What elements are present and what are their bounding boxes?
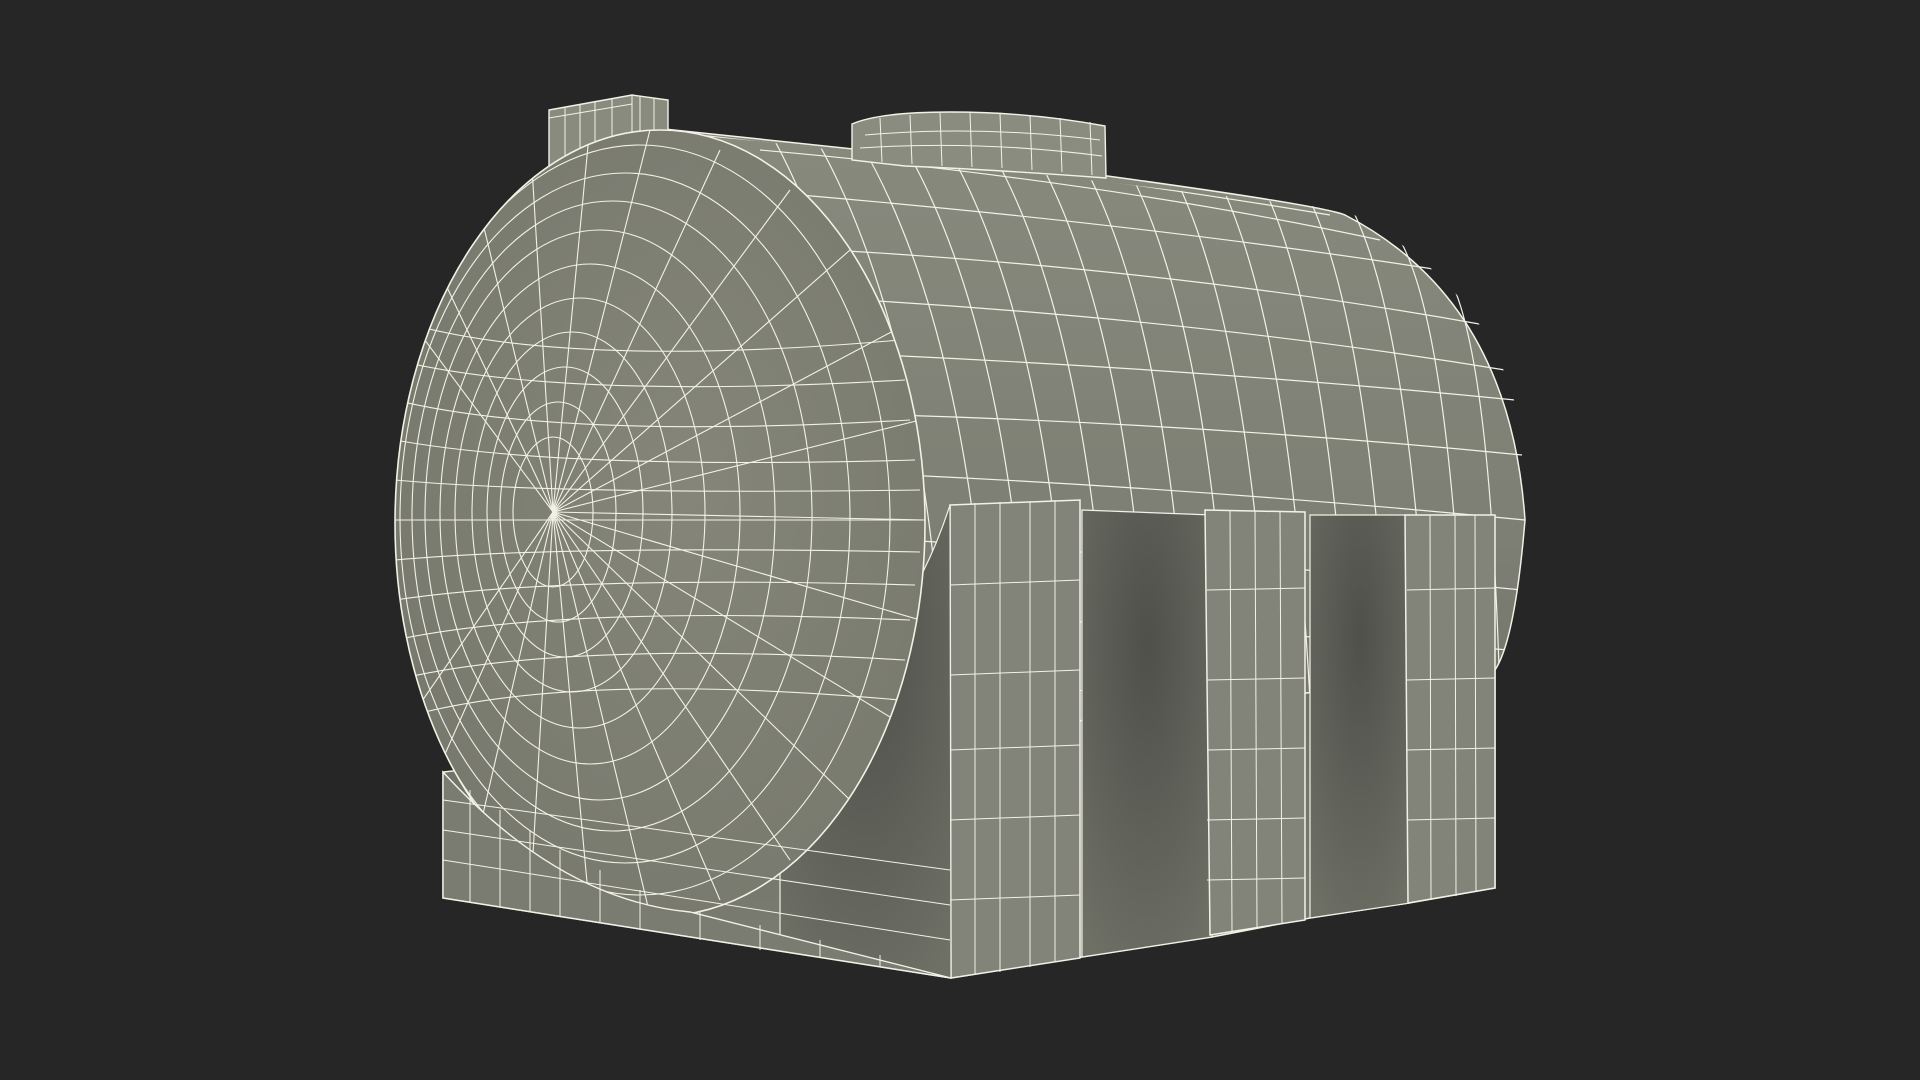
- tank-render: [394, 94, 1526, 979]
- leg-middle: [1081, 509, 1306, 958]
- leg-back: [1309, 514, 1496, 919]
- render-viewport: [0, 0, 1920, 1080]
